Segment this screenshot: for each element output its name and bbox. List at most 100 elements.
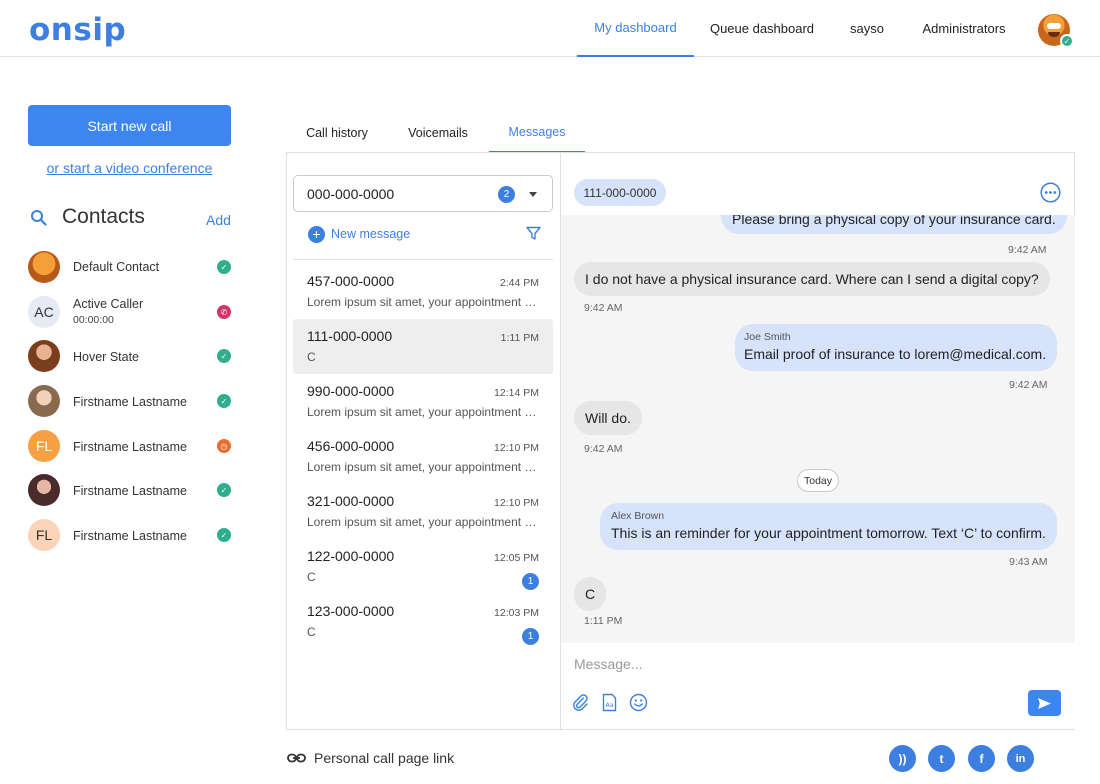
divider: [293, 259, 553, 260]
personal-call-page-link[interactable]: Personal call page link: [314, 750, 454, 766]
contact-item[interactable]: Firstname Lastname ✓: [28, 383, 238, 419]
tab-call-history[interactable]: Call history: [297, 112, 377, 153]
conversation-time: 12:05 PM: [494, 552, 539, 564]
tab-messages[interactable]: Messages: [489, 112, 585, 153]
nav-administrators[interactable]: Administrators: [914, 0, 1014, 57]
avatar-eyes: [1047, 23, 1061, 29]
send-button[interactable]: [1028, 690, 1061, 716]
contact-item[interactable]: Hover State ✓: [28, 338, 238, 374]
outgoing-message: Alex Brown This is an reminder for your …: [600, 503, 1057, 550]
incoming-message: Will do.: [574, 401, 642, 435]
unread-count-badge: 2: [498, 186, 515, 203]
contact-avatar: [28, 474, 60, 506]
message-input[interactable]: Message...: [574, 656, 642, 672]
incoming-message: C: [574, 577, 607, 611]
nav-queue-dashboard[interactable]: Queue dashboard: [706, 0, 818, 57]
facebook-icon[interactable]: f: [968, 745, 995, 772]
nav-my-dashboard[interactable]: My dashboard: [577, 0, 694, 57]
search-icon[interactable]: [30, 209, 47, 226]
conversation-time: 2:44 PM: [499, 277, 539, 289]
conversation-item[interactable]: 321-000-0000 12:10 PM Lorem ipsum sit am…: [293, 484, 553, 539]
message-text: Please bring a physical copy of your ins…: [732, 215, 1056, 227]
twitter-icon[interactable]: t: [928, 745, 955, 772]
conversation-preview: C: [307, 625, 316, 639]
outgoing-message: Please bring a physical copy of your ins…: [721, 215, 1067, 234]
conversation-item[interactable]: 456-000-0000 12:10 PM Lorem ipsum sit am…: [293, 429, 553, 484]
conversation-number: 990-000-0000: [307, 383, 395, 399]
conversation-item[interactable]: 123-000-0000 12:03 PM C 1: [293, 594, 553, 649]
available-status-icon: ✓: [217, 394, 231, 408]
message-text: Will do.: [585, 410, 631, 426]
message-sender: Alex Brown: [611, 510, 665, 522]
nav-sayso[interactable]: sayso: [838, 0, 896, 57]
message-text: I do not have a physical insurance card.…: [585, 271, 1039, 287]
conversation-number: 123-000-0000: [307, 603, 395, 619]
incoming-message: I do not have a physical insurance card.…: [574, 262, 1050, 296]
message-time: 9:42 AM: [584, 443, 623, 455]
send-icon: [1038, 697, 1051, 709]
message-time: 9:42 AM: [1008, 244, 1047, 256]
plus-icon: +: [308, 225, 325, 243]
new-message-button[interactable]: + New message: [308, 225, 410, 243]
linkedin-icon[interactable]: in: [1007, 745, 1034, 772]
conversation-number: 111-000-0000: [307, 328, 393, 344]
conversation-time: 12:14 PM: [494, 387, 539, 399]
message-time: 9:42 AM: [584, 302, 623, 314]
day-separator: Today: [797, 469, 839, 492]
message-time: 9:42 AM: [1009, 379, 1048, 391]
on-call-status-icon: ✆: [217, 305, 231, 319]
call-duration: 00:00:00: [73, 314, 114, 326]
conversation-item[interactable]: 122-000-0000 12:05 PM C 1: [293, 539, 553, 594]
conversation-preview: Lorem ipsum sit amet, your appointment i…: [307, 460, 537, 474]
contact-item[interactable]: Default Contact ✓: [28, 249, 238, 285]
filter-icon[interactable]: [526, 226, 541, 241]
conversation-preview: Lorem ipsum sit amet, your appointment i…: [307, 295, 537, 309]
conversation-time: 1:11 PM: [500, 332, 539, 344]
start-new-call-button[interactable]: Start new call: [28, 105, 231, 146]
contact-chip[interactable]: 111-000-0000: [574, 179, 666, 206]
new-message-label: New message: [331, 227, 411, 241]
video-conference-link[interactable]: or start a video conference: [28, 160, 231, 176]
conversation-preview: C: [307, 350, 316, 364]
conversation-preview: C: [307, 570, 316, 584]
contact-item[interactable]: AC Active Caller 00:00:00 ✆: [28, 294, 238, 330]
tab-voicemails[interactable]: Voicemails: [396, 112, 480, 153]
contact-name: Firstname Lastname: [73, 440, 187, 454]
message-text: Email proof of insurance to lorem@medica…: [744, 346, 1047, 362]
contact-item[interactable]: FL Firstname Lastname ◷: [28, 428, 238, 464]
contact-name: Default Contact: [73, 260, 160, 274]
contact-avatar: [28, 340, 60, 372]
top-header: onsip My dashboard Queue dashboard sayso…: [0, 0, 1100, 57]
contact-avatar: FL: [28, 430, 60, 462]
conversation-time: 12:10 PM: [494, 497, 539, 509]
contact-name: Hover State: [73, 350, 140, 364]
unread-badge: 1: [522, 573, 539, 590]
messages-panel: 000-000-0000 2 + New message 457-000-000…: [286, 152, 1075, 730]
conversation-item[interactable]: 457-000-0000 2:44 PM Lorem ipsum sit ame…: [293, 264, 553, 319]
user-avatar[interactable]: ✓: [1038, 14, 1074, 48]
conversation-item[interactable]: 990-000-0000 12:14 PM Lorem ipsum sit am…: [293, 374, 553, 429]
link-icon: [287, 753, 306, 763]
chevron-down-icon: [529, 192, 537, 197]
message-time: 1:11 PM: [584, 615, 623, 627]
contact-avatar: [28, 385, 60, 417]
onsip-logo[interactable]: onsip: [29, 12, 126, 48]
conversation-time: 12:10 PM: [494, 442, 539, 454]
available-status-icon: ✓: [217, 349, 231, 363]
available-status-icon: ✓: [217, 260, 231, 274]
message-list[interactable]: Please bring a physical copy of your ins…: [561, 215, 1075, 643]
contact-item[interactable]: FL Firstname Lastname ✓: [28, 517, 238, 553]
more-options-icon[interactable]: [1040, 182, 1061, 203]
svg-text:Aa: Aa: [606, 702, 614, 709]
away-status-icon: ◷: [217, 439, 231, 453]
add-contact-button[interactable]: Add: [206, 212, 231, 228]
attachment-icon[interactable]: [571, 693, 590, 712]
template-icon[interactable]: Aa: [600, 693, 619, 712]
contact-item[interactable]: Firstname Lastname ✓: [28, 472, 238, 508]
conversation-preview: Lorem ipsum sit amet, your appointment i…: [307, 515, 537, 529]
contacts-title: Contacts: [62, 205, 145, 228]
emoji-icon[interactable]: [629, 693, 648, 712]
rss-icon[interactable]: )): [889, 745, 916, 772]
conversation-item-selected[interactable]: 111-000-0000 1:11 PM C: [293, 319, 553, 374]
line-select[interactable]: 000-000-0000 2: [293, 175, 553, 212]
